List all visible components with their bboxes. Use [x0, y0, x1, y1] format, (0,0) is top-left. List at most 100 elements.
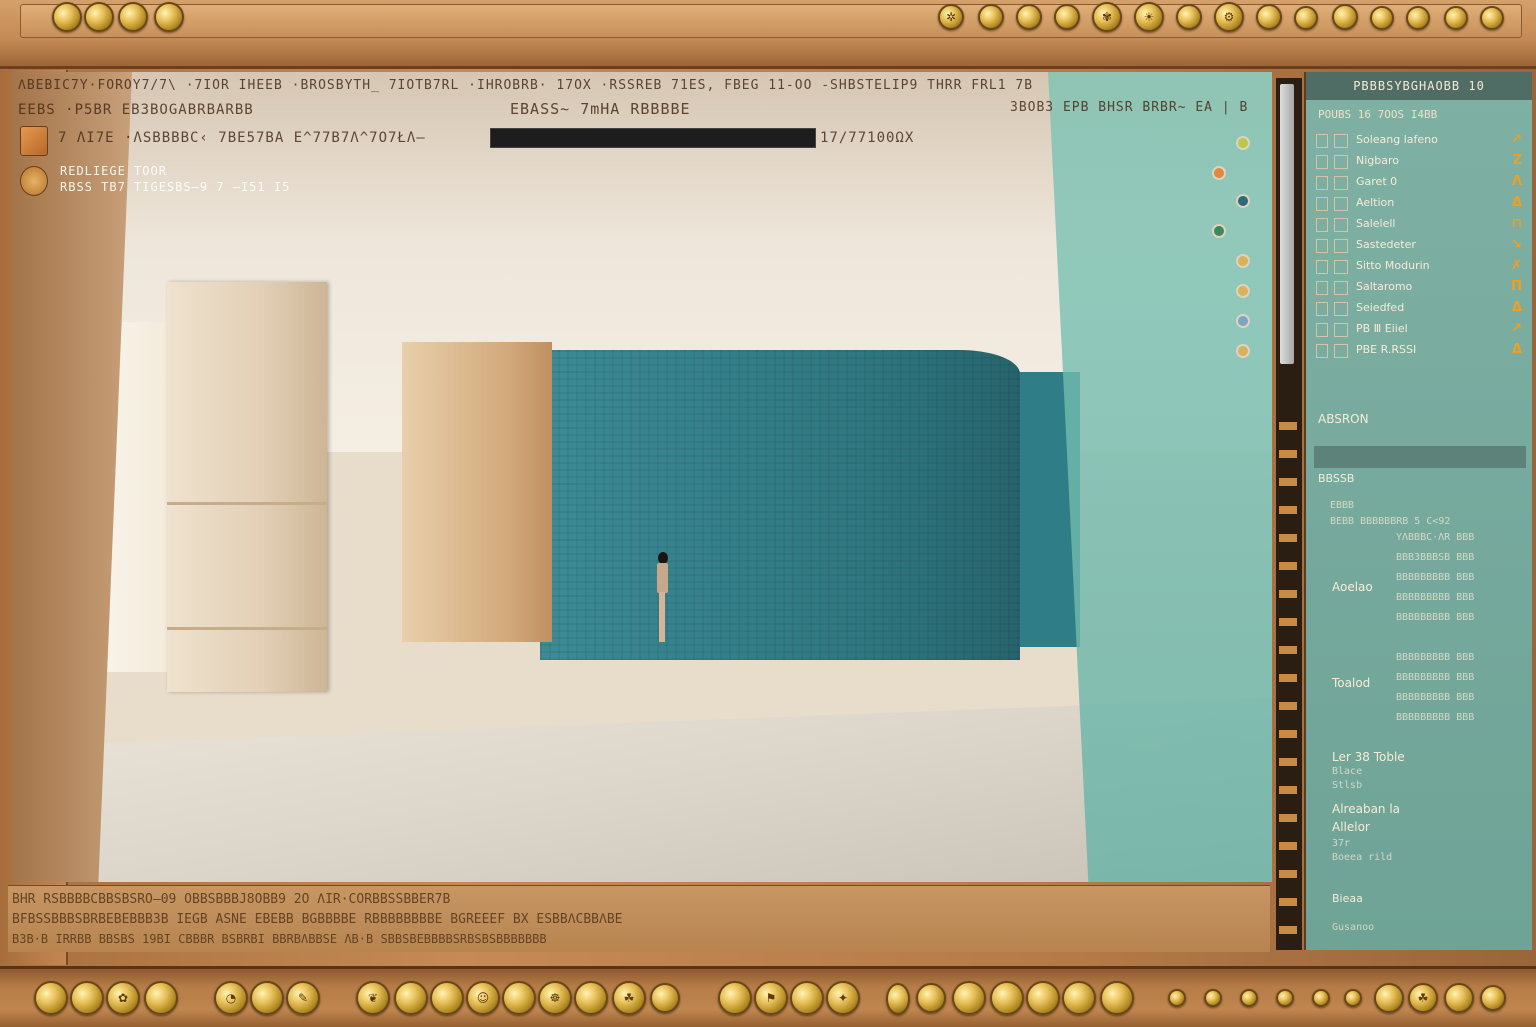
- view-dot-1[interactable]: [1236, 136, 1250, 150]
- 3d-viewport[interactable]: ΛBEBIC7Y·FOROY7/7\ ·7IOR IHEEB ·BROSBYTH…: [12, 72, 1272, 882]
- timeline-row-2: BFBSSBBBSBRBEBEBBB3B IEGB ASNE EBEBB BGB…: [12, 912, 623, 927]
- cup-icon[interactable]: ☸: [538, 981, 572, 1015]
- record-icon[interactable]: [52, 2, 82, 32]
- layer-row[interactable]: Nigbaro Ζ: [1316, 153, 1526, 172]
- view-dot-7[interactable]: [1236, 314, 1250, 328]
- frame-icon[interactable]: [916, 983, 946, 1013]
- layer-row[interactable]: Seiedfed Δ: [1316, 300, 1526, 319]
- fx-icon[interactable]: [1240, 989, 1258, 1007]
- prop-small-5: Gusanoo: [1332, 922, 1375, 933]
- view-dot-4[interactable]: [1212, 224, 1226, 238]
- eye-icon[interactable]: [886, 983, 910, 1015]
- flag-icon[interactable]: ⚑: [754, 981, 788, 1015]
- bell-icon[interactable]: ☘: [612, 981, 646, 1015]
- fx-icon[interactable]: [1276, 989, 1294, 1007]
- section-label: ABSRON: [1318, 412, 1369, 426]
- view-dot-6[interactable]: [1236, 284, 1250, 298]
- panel-header: PBBBSYBGHAOBB 10: [1306, 72, 1532, 100]
- viewport-subtitle: EEBS ·P5BR EB3BOGABRBARBB: [18, 102, 254, 118]
- vertical-scrollbar[interactable]: [1276, 78, 1302, 950]
- leaf-icon[interactable]: [502, 981, 536, 1015]
- zoom-icon[interactable]: [990, 981, 1024, 1015]
- info-line-2: RBSS TB7 TIGESBS—9 7 —I51 I5: [60, 180, 291, 194]
- moon-icon[interactable]: [1016, 4, 1042, 30]
- loop-icon[interactable]: ◔: [214, 981, 248, 1015]
- layer-row[interactable]: Aeltion Δ: [1316, 195, 1526, 214]
- settings-icon[interactable]: [1256, 4, 1282, 30]
- panel-subheader: POUBS 16 7OOS I4BB: [1318, 108, 1438, 121]
- viewport-title-line: ΛBEBIC7Y·FOROY7/7\ ·7IOR IHEEB ·BROSBYTH…: [18, 78, 1034, 93]
- layer-row[interactable]: Garet 0Λ: [1316, 174, 1526, 193]
- power-icon[interactable]: [1480, 985, 1506, 1011]
- fx-icon[interactable]: [1168, 989, 1186, 1007]
- pin-icon[interactable]: ✲: [938, 4, 964, 30]
- stop-icon[interactable]: [154, 2, 184, 32]
- prop-label-6: Bieaa: [1332, 892, 1363, 905]
- head-icon[interactable]: ☺: [466, 981, 500, 1015]
- lock-icon[interactable]: ✦: [826, 981, 860, 1015]
- prop-label-3: Ler 38 Toble: [1332, 750, 1405, 764]
- cam-icon[interactable]: [1062, 981, 1096, 1015]
- layer-row[interactable]: Salelell ⊓: [1316, 216, 1526, 235]
- layers-icon[interactable]: ⚙: [1214, 2, 1244, 32]
- timeline-panel[interactable]: BHR RSBBBBCBBSBSRO—09 OBBSBBBJ8OBB9 2O Λ…: [8, 885, 1270, 952]
- mark-icon[interactable]: [250, 981, 284, 1015]
- key-icon[interactable]: ✎: [286, 981, 320, 1015]
- render-icon[interactable]: [1444, 6, 1468, 30]
- eye-icon[interactable]: [1406, 6, 1430, 30]
- coin-icon[interactable]: [650, 983, 680, 1013]
- viewport-heading: EBASS~ 7mHA RBBBBE: [510, 100, 691, 118]
- viewport-path: 7 ΛI7E ·ΛSBBBBC‹ 7BE57BA E^77B7Λ^7O7ŁΛ—: [58, 130, 426, 146]
- prop-label-5: Allelor: [1332, 820, 1370, 834]
- layer-row[interactable]: Sitto Modurin ✗: [1316, 258, 1526, 277]
- bulb-icon[interactable]: [790, 981, 824, 1015]
- grid-icon[interactable]: [1176, 4, 1202, 30]
- camera-icon[interactable]: [1054, 4, 1080, 30]
- export-icon[interactable]: ☘: [1408, 983, 1438, 1013]
- layer-row[interactable]: Saltaromo Π: [1316, 279, 1526, 298]
- layer-row[interactable]: Soleang lafeno ↗: [1316, 132, 1526, 151]
- mic-icon[interactable]: [394, 981, 428, 1015]
- zoom-icon[interactable]: [1332, 4, 1358, 30]
- color-swatch[interactable]: [20, 126, 48, 156]
- snap-icon[interactable]: [1370, 6, 1394, 30]
- property-slider[interactable]: [1314, 446, 1526, 468]
- fx-icon[interactable]: [1312, 989, 1330, 1007]
- play-icon[interactable]: [84, 2, 114, 32]
- layers-panel: PBBBSYBGHAOBB 10 POUBS 16 7OOS I4BB Sole…: [1304, 72, 1532, 950]
- view-dot-2[interactable]: [1212, 166, 1226, 180]
- close-icon[interactable]: [1480, 6, 1504, 30]
- export-icon[interactable]: [1374, 983, 1404, 1013]
- layer-row[interactable]: PBE R.RSSI Δ: [1316, 342, 1526, 361]
- gear-icon[interactable]: [718, 981, 752, 1015]
- viewport-secondary-heading: 3BOB3 EPB BHSR BRBR~ EA | B: [1010, 100, 1249, 115]
- light-icon[interactable]: [1100, 981, 1134, 1015]
- forward-icon[interactable]: [144, 981, 178, 1015]
- hand-icon[interactable]: [430, 981, 464, 1015]
- fit-icon[interactable]: [1026, 981, 1060, 1015]
- scrollbar-thumb[interactable]: [1280, 84, 1294, 364]
- fx-icon[interactable]: [1204, 989, 1222, 1007]
- view-dot-8[interactable]: [1236, 344, 1250, 358]
- pause-icon[interactable]: ✿: [106, 981, 140, 1015]
- dot-icon[interactable]: [952, 981, 986, 1015]
- layer-row[interactable]: Sastedeter ↘: [1316, 237, 1526, 256]
- help-icon[interactable]: [1294, 6, 1318, 30]
- light-swatch[interactable]: [20, 166, 48, 196]
- fx-icon[interactable]: [1344, 989, 1362, 1007]
- scene-wood-panel: [402, 342, 552, 642]
- layer-row[interactable]: PB Ⅲ Eiiel ↗: [1316, 321, 1526, 340]
- star-icon[interactable]: ✾: [1092, 2, 1122, 32]
- light-icon[interactable]: ☀: [1134, 2, 1164, 32]
- sun-icon[interactable]: [978, 4, 1004, 30]
- view-dot-3[interactable]: [1236, 194, 1250, 208]
- power-icon[interactable]: [1444, 983, 1474, 1013]
- view-dot-5[interactable]: [1236, 254, 1250, 268]
- prop-label-2: Toalod: [1332, 676, 1371, 690]
- play-icon[interactable]: [70, 981, 104, 1015]
- pause-icon[interactable]: [118, 2, 148, 32]
- rewind-icon[interactable]: [34, 981, 68, 1015]
- scene-figure[interactable]: [655, 552, 669, 644]
- wave-icon[interactable]: ❦: [356, 981, 390, 1015]
- ring-icon[interactable]: [574, 981, 608, 1015]
